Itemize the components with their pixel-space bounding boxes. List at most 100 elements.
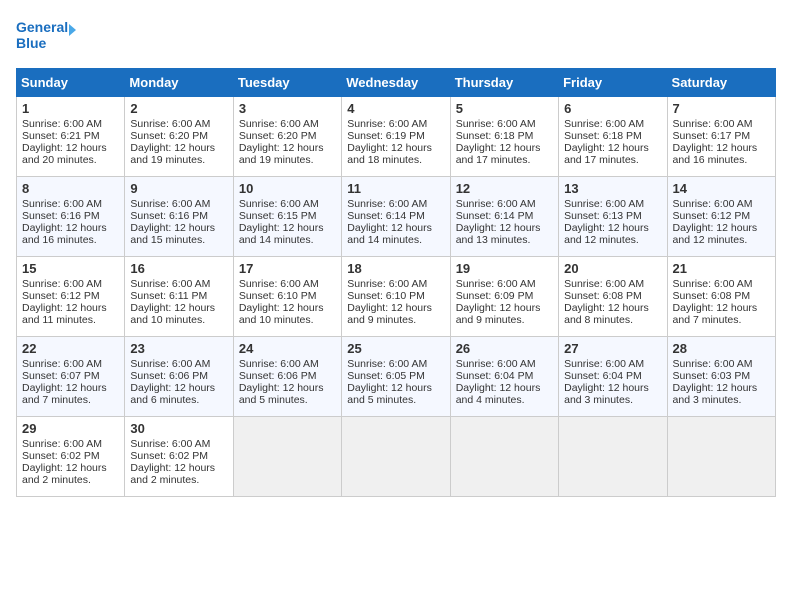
day-number: 21 bbox=[673, 261, 770, 276]
calendar-cell: 28Sunrise: 6:00 AMSunset: 6:03 PMDayligh… bbox=[667, 337, 775, 417]
calendar-cell: 24Sunrise: 6:00 AMSunset: 6:06 PMDayligh… bbox=[233, 337, 341, 417]
sunrise-text: Sunrise: 6:00 AM bbox=[564, 278, 661, 290]
day-number: 23 bbox=[130, 341, 227, 356]
sunset-text: Sunset: 6:16 PM bbox=[130, 210, 227, 222]
day-number: 6 bbox=[564, 101, 661, 116]
sunrise-text: Sunrise: 6:00 AM bbox=[22, 438, 119, 450]
daylight-text: Daylight: 12 hours and 13 minutes. bbox=[456, 222, 553, 246]
sunrise-text: Sunrise: 6:00 AM bbox=[22, 278, 119, 290]
day-number: 14 bbox=[673, 181, 770, 196]
day-number: 3 bbox=[239, 101, 336, 116]
weekday-header-sunday: Sunday bbox=[17, 69, 125, 97]
sunrise-text: Sunrise: 6:00 AM bbox=[347, 198, 444, 210]
day-number: 25 bbox=[347, 341, 444, 356]
calendar-cell: 6Sunrise: 6:00 AMSunset: 6:18 PMDaylight… bbox=[559, 97, 667, 177]
daylight-text: Daylight: 12 hours and 12 minutes. bbox=[673, 222, 770, 246]
sunrise-text: Sunrise: 6:00 AM bbox=[673, 278, 770, 290]
calendar-cell: 11Sunrise: 6:00 AMSunset: 6:14 PMDayligh… bbox=[342, 177, 450, 257]
daylight-text: Daylight: 12 hours and 9 minutes. bbox=[456, 302, 553, 326]
calendar-cell: 12Sunrise: 6:00 AMSunset: 6:14 PMDayligh… bbox=[450, 177, 558, 257]
sunset-text: Sunset: 6:13 PM bbox=[564, 210, 661, 222]
calendar-cell bbox=[450, 417, 558, 497]
calendar-cell: 21Sunrise: 6:00 AMSunset: 6:08 PMDayligh… bbox=[667, 257, 775, 337]
sunset-text: Sunset: 6:10 PM bbox=[347, 290, 444, 302]
calendar-cell bbox=[233, 417, 341, 497]
sunrise-text: Sunrise: 6:00 AM bbox=[130, 358, 227, 370]
daylight-text: Daylight: 12 hours and 6 minutes. bbox=[130, 382, 227, 406]
sunset-text: Sunset: 6:08 PM bbox=[564, 290, 661, 302]
sunset-text: Sunset: 6:11 PM bbox=[130, 290, 227, 302]
daylight-text: Daylight: 12 hours and 19 minutes. bbox=[239, 142, 336, 166]
calendar-cell: 7Sunrise: 6:00 AMSunset: 6:17 PMDaylight… bbox=[667, 97, 775, 177]
sunset-text: Sunset: 6:12 PM bbox=[22, 290, 119, 302]
weekday-header-thursday: Thursday bbox=[450, 69, 558, 97]
day-number: 24 bbox=[239, 341, 336, 356]
calendar-cell: 5Sunrise: 6:00 AMSunset: 6:18 PMDaylight… bbox=[450, 97, 558, 177]
sunset-text: Sunset: 6:18 PM bbox=[456, 130, 553, 142]
day-number: 20 bbox=[564, 261, 661, 276]
sunset-text: Sunset: 6:06 PM bbox=[130, 370, 227, 382]
sunrise-text: Sunrise: 6:00 AM bbox=[130, 198, 227, 210]
calendar-cell: 1Sunrise: 6:00 AMSunset: 6:21 PMDaylight… bbox=[17, 97, 125, 177]
calendar-cell: 30Sunrise: 6:00 AMSunset: 6:02 PMDayligh… bbox=[125, 417, 233, 497]
sunset-text: Sunset: 6:16 PM bbox=[22, 210, 119, 222]
sunrise-text: Sunrise: 6:00 AM bbox=[456, 358, 553, 370]
calendar-cell: 14Sunrise: 6:00 AMSunset: 6:12 PMDayligh… bbox=[667, 177, 775, 257]
weekday-header-wednesday: Wednesday bbox=[342, 69, 450, 97]
sunrise-text: Sunrise: 6:00 AM bbox=[130, 118, 227, 130]
sunrise-text: Sunrise: 6:00 AM bbox=[239, 358, 336, 370]
daylight-text: Daylight: 12 hours and 14 minutes. bbox=[239, 222, 336, 246]
sunrise-text: Sunrise: 6:00 AM bbox=[130, 278, 227, 290]
calendar-cell: 17Sunrise: 6:00 AMSunset: 6:10 PMDayligh… bbox=[233, 257, 341, 337]
day-number: 27 bbox=[564, 341, 661, 356]
sunset-text: Sunset: 6:19 PM bbox=[347, 130, 444, 142]
svg-text:Blue: Blue bbox=[16, 35, 47, 51]
day-number: 11 bbox=[347, 181, 444, 196]
day-number: 8 bbox=[22, 181, 119, 196]
sunrise-text: Sunrise: 6:00 AM bbox=[22, 118, 119, 130]
svg-text:General: General bbox=[16, 19, 68, 35]
sunrise-text: Sunrise: 6:00 AM bbox=[673, 198, 770, 210]
sunset-text: Sunset: 6:20 PM bbox=[239, 130, 336, 142]
daylight-text: Daylight: 12 hours and 15 minutes. bbox=[130, 222, 227, 246]
sunset-text: Sunset: 6:03 PM bbox=[673, 370, 770, 382]
daylight-text: Daylight: 12 hours and 5 minutes. bbox=[239, 382, 336, 406]
day-number: 19 bbox=[456, 261, 553, 276]
sunset-text: Sunset: 6:17 PM bbox=[673, 130, 770, 142]
calendar-cell bbox=[667, 417, 775, 497]
calendar-cell bbox=[342, 417, 450, 497]
daylight-text: Daylight: 12 hours and 5 minutes. bbox=[347, 382, 444, 406]
sunrise-text: Sunrise: 6:00 AM bbox=[22, 358, 119, 370]
sunrise-text: Sunrise: 6:00 AM bbox=[239, 278, 336, 290]
calendar-cell: 27Sunrise: 6:00 AMSunset: 6:04 PMDayligh… bbox=[559, 337, 667, 417]
day-number: 13 bbox=[564, 181, 661, 196]
daylight-text: Daylight: 12 hours and 7 minutes. bbox=[22, 382, 119, 406]
day-number: 7 bbox=[673, 101, 770, 116]
sunrise-text: Sunrise: 6:00 AM bbox=[22, 198, 119, 210]
sunset-text: Sunset: 6:21 PM bbox=[22, 130, 119, 142]
weekday-header-saturday: Saturday bbox=[667, 69, 775, 97]
sunset-text: Sunset: 6:07 PM bbox=[22, 370, 119, 382]
sunset-text: Sunset: 6:02 PM bbox=[130, 450, 227, 462]
logo-svg: General Blue bbox=[16, 16, 76, 56]
weekday-header-monday: Monday bbox=[125, 69, 233, 97]
sunrise-text: Sunrise: 6:00 AM bbox=[456, 118, 553, 130]
day-number: 10 bbox=[239, 181, 336, 196]
calendar-cell: 22Sunrise: 6:00 AMSunset: 6:07 PMDayligh… bbox=[17, 337, 125, 417]
day-number: 9 bbox=[130, 181, 227, 196]
sunset-text: Sunset: 6:10 PM bbox=[239, 290, 336, 302]
day-number: 12 bbox=[456, 181, 553, 196]
daylight-text: Daylight: 12 hours and 17 minutes. bbox=[564, 142, 661, 166]
day-number: 5 bbox=[456, 101, 553, 116]
sunrise-text: Sunrise: 6:00 AM bbox=[456, 278, 553, 290]
daylight-text: Daylight: 12 hours and 19 minutes. bbox=[130, 142, 227, 166]
calendar-cell: 23 Sunrise: 6:00 AMSunset: 6:06 PMDayligh… bbox=[125, 337, 233, 417]
calendar-cell: 8Sunrise: 6:00 AMSunset: 6:16 PMDaylight… bbox=[17, 177, 125, 257]
sunset-text: Sunset: 6:04 PM bbox=[456, 370, 553, 382]
daylight-text: Daylight: 12 hours and 7 minutes. bbox=[673, 302, 770, 326]
sunset-text: Sunset: 6:14 PM bbox=[347, 210, 444, 222]
daylight-text: Daylight: 12 hours and 8 minutes. bbox=[564, 302, 661, 326]
daylight-text: Daylight: 12 hours and 20 minutes. bbox=[22, 142, 119, 166]
day-number: 2 bbox=[130, 101, 227, 116]
calendar-cell: 29Sunrise: 6:00 AMSunset: 6:02 PMDayligh… bbox=[17, 417, 125, 497]
